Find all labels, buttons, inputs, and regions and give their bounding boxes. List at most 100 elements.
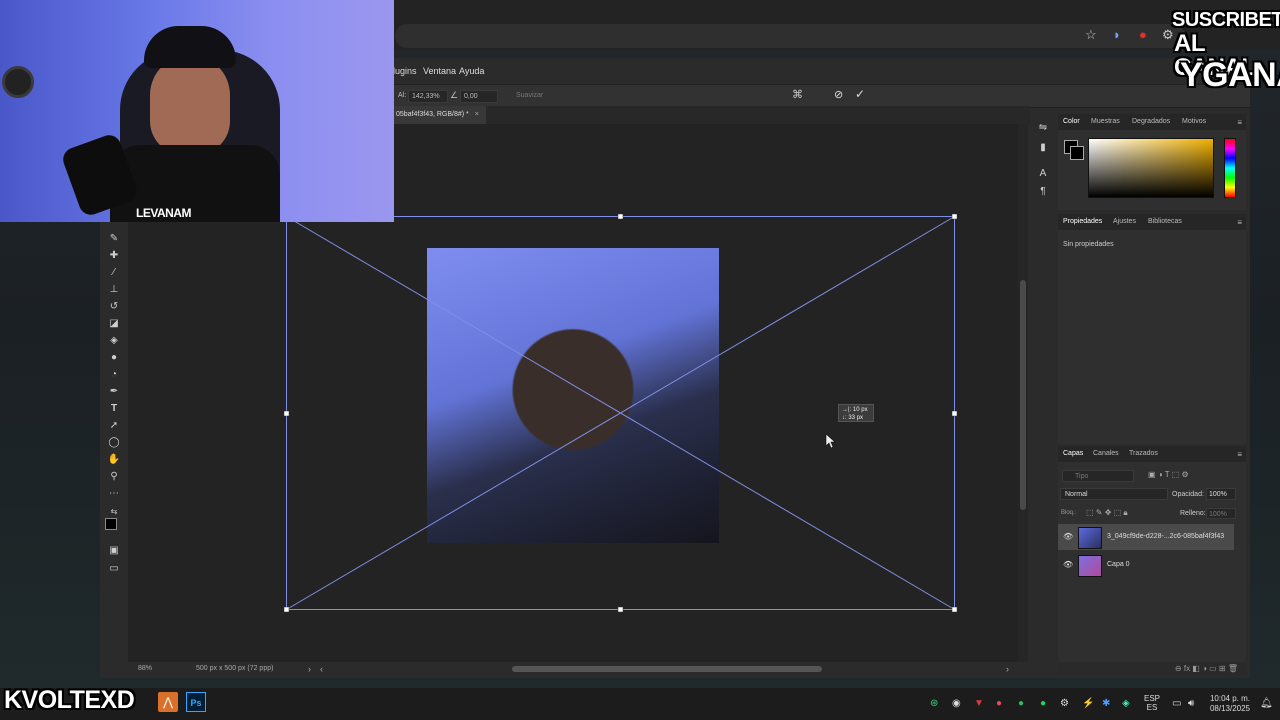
tray-icon-4[interactable]: ● [996,698,1002,709]
blend-mode-select[interactable]: Normal [1060,488,1168,500]
vertical-scroll-thumb[interactable] [1020,280,1026,510]
tray-icon-3[interactable]: ▼ [974,698,984,709]
tray-icon-5[interactable]: ● [1018,698,1024,709]
layer-name[interactable]: 3_049cf9de-d228-...2c6-085baf4f3f43 [1107,533,1224,540]
scroll-left-arrow[interactable]: ‹ [320,664,323,674]
panel-menu-icon[interactable]: ≡ [1237,218,1242,227]
tray-icon-8[interactable]: ⚡ [1082,698,1094,709]
panel-menu-icon[interactable]: ≡ [1237,450,1242,459]
eye-icon[interactable]: 👁︎ [1063,532,1073,541]
bluetooth-icon[interactable]: ✱ [1102,698,1110,709]
menu-plugins[interactable]: lugins [393,66,417,76]
character-icon[interactable]: A [1037,168,1049,180]
fill-field[interactable]: 100% [1206,508,1236,519]
dodge-icon[interactable]: ◔ [107,368,121,382]
tab-motivos[interactable]: Motivos [1182,118,1206,125]
paragraph-icon[interactable]: ¶ [1037,186,1049,198]
path-selection-icon[interactable]: ➚ [107,419,121,433]
swap-colors-icon[interactable]: ⇆ [107,505,121,519]
tab-propiedades[interactable]: Propiedades [1063,218,1102,225]
warp-icon[interactable]: ⌘ [792,88,803,101]
address-bar[interactable] [395,24,1185,48]
history-brush-icon[interactable]: ↺ [107,300,121,314]
height-field[interactable]: 142,33% [408,90,448,103]
layer-row[interactable]: 👁︎ 3_049cf9de-d228-...2c6-085baf4f3f43 [1058,524,1234,550]
zoom-level[interactable]: 88% [138,665,152,672]
scroll-right-arrow[interactable]: › [1006,664,1009,674]
color-background-swatch[interactable] [1070,146,1084,160]
record-icon[interactable]: ● [1139,27,1147,42]
layer-filter-icons[interactable]: ▣ ◑ T ⬚ ⚙ [1148,470,1189,479]
tab-color[interactable]: Color [1063,118,1080,125]
horizontal-scroll-thumb[interactable] [512,666,822,672]
comments-icon[interactable]: ▮ [1037,142,1049,154]
language-indicator[interactable]: ESP ES [1144,694,1160,712]
smooth-label[interactable]: Suavizar [516,92,543,99]
discord-icon[interactable]: ◉ [952,698,961,709]
properties-panel-tabs: Propiedades Ajustes Bibliotecas ≡ [1058,214,1246,230]
hand-icon[interactable]: ✋ [107,453,121,467]
tab-bibliotecas[interactable]: Bibliotecas [1148,218,1182,225]
tab-trazados[interactable]: Trazados [1129,450,1158,457]
spotify-icon[interactable]: ● [1040,698,1046,709]
color-picker-field[interactable] [1088,138,1214,198]
layer-name[interactable]: Capa 0 [1107,561,1130,568]
tray-icon-1[interactable]: ⊛ [930,698,938,709]
opacity-label: Opacidad: [1172,491,1204,498]
screen-mode-icon[interactable]: ▭ [107,562,121,576]
photoshop-taskbar-icon[interactable]: Ps [186,692,206,712]
type-icon[interactable]: T [107,402,121,416]
menu-ventana[interactable]: Ventana [423,66,456,76]
shirt-text: LEVANAM [136,206,191,220]
cancel-transform-icon[interactable]: ⊘ [834,88,843,101]
extension-icon[interactable]: ◗ [1113,27,1121,42]
person-face [150,55,230,155]
angle-field[interactable]: 0,00 [460,90,498,103]
streamer-tag: KVOLTEXD [4,686,135,714]
panel-menu-icon[interactable]: ≡ [1237,118,1242,127]
tab-capas[interactable]: Capas [1063,450,1083,457]
stamp-icon[interactable]: ⊥ [107,283,121,297]
star-icon[interactable]: ☆ [1085,27,1097,43]
zoom-icon[interactable]: ⚲ [107,470,121,484]
tray-icon-10[interactable]: ◈ [1122,698,1130,709]
foreground-color-swatch[interactable] [105,518,117,530]
ellipse-icon[interactable]: ◯ [107,436,121,450]
volume-icon[interactable]: 🔊︎ [1188,698,1194,709]
status-menu-arrow[interactable]: › [308,664,311,674]
eye-icon[interactable]: 👁︎ [1063,560,1073,569]
layer-actions-bar[interactable]: ⊖ fx ◧ ◑ ▭ ⊞ 🗑︎ [1058,662,1246,676]
tab-ajustes[interactable]: Ajustes [1113,218,1136,225]
tab-muestras[interactable]: Muestras [1091,118,1120,125]
clock[interactable]: 10:04 p. m. 08/13/2025 [1208,694,1250,714]
height-label: Al: [398,92,407,99]
lock-icons[interactable]: ⬚ ✎ ✥ ⬚ 🔒︎ [1086,508,1128,518]
layer-row[interactable]: 👁︎ Capa 0 [1058,552,1234,578]
history-icon[interactable]: ⇋ [1037,122,1049,134]
eraser-icon[interactable]: ◪ [107,317,121,331]
blur-icon[interactable]: ● [107,351,121,365]
document-tab[interactable]: 05baf4f3f43, RGB/8#) * × [392,106,486,124]
paint-bucket-icon[interactable]: ◈ [107,334,121,348]
tooltip-offset-x: →|: 10 px [842,407,868,413]
hue-slider[interactable] [1224,138,1236,198]
layer-search-input[interactable]: Tipo [1062,470,1134,482]
brush-icon[interactable]: ⁄ [107,266,121,280]
network-icon[interactable]: ▭ [1172,698,1181,709]
tab-canales[interactable]: Canales [1093,450,1119,457]
tray-icon-7[interactable]: ⚙ [1060,698,1069,709]
healing-brush-icon[interactable]: ✚ [107,249,121,263]
eyedropper-icon[interactable]: ✎ [107,232,121,246]
quick-mask-icon[interactable]: ▣ [107,544,121,558]
angle-icon: ∠ [450,90,459,100]
more-tools-icon[interactable]: ⋯ [107,487,121,501]
close-tab-icon[interactable]: × [475,111,479,118]
menu-ayuda[interactable]: Ayuda [459,66,484,76]
notifications-icon[interactable]: 🔔︎ [1260,698,1273,709]
tab-degradados[interactable]: Degradados [1132,118,1170,125]
pen-icon[interactable]: ✒ [107,385,121,399]
blend-mode-value: Normal [1065,491,1088,498]
commit-transform-icon[interactable]: ✓ [855,87,865,101]
taskbar-app-icon[interactable]: ⋀ [158,692,178,712]
opacity-field[interactable]: 100% [1206,488,1236,500]
